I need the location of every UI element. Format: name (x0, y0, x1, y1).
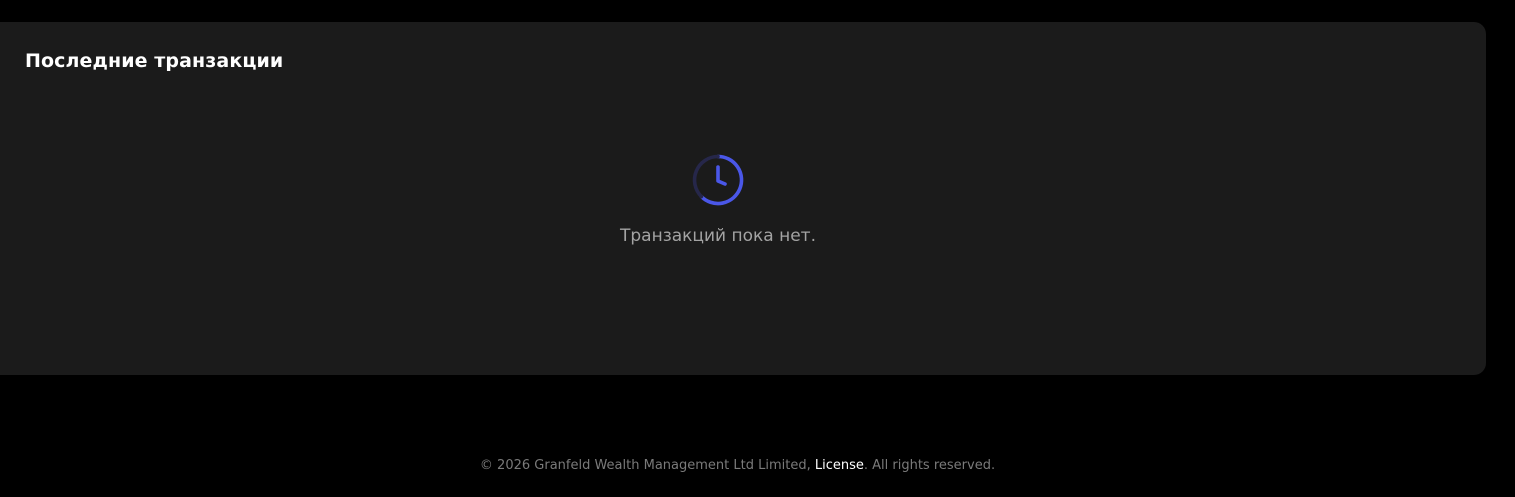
card-title: Последние транзакции (25, 50, 284, 72)
license-link[interactable]: License (815, 458, 864, 473)
page: Последние транзакции Транзакций пока нет… (0, 0, 1515, 497)
empty-state: Транзакций пока нет. (0, 152, 1436, 246)
empty-message: Транзакций пока нет. (620, 226, 816, 246)
footer: © 2026 Granfeld Wealth Management Ltd Li… (0, 458, 1475, 473)
clock-icon (692, 154, 744, 206)
footer-copyright: © 2026 Granfeld Wealth Management Ltd Li… (479, 458, 815, 473)
footer-rights: . All rights reserved. (863, 458, 996, 473)
recent-transactions-card: Последние транзакции Транзакций пока нет… (0, 22, 1486, 375)
